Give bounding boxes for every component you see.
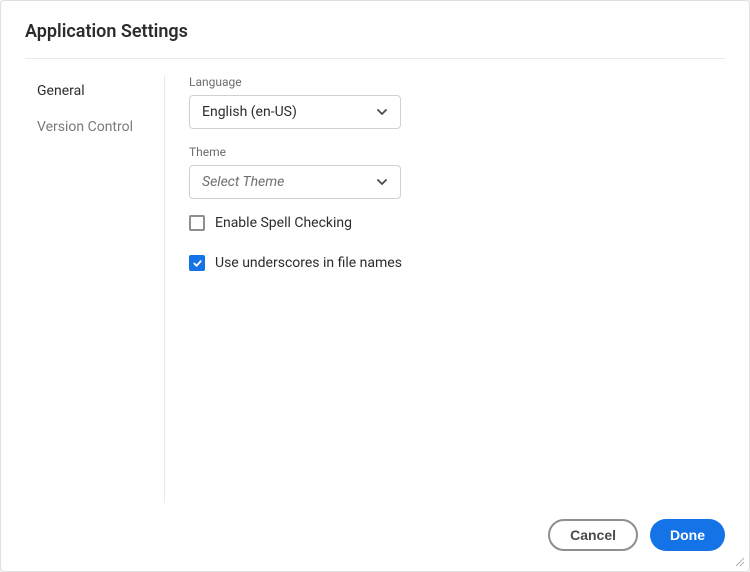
cancel-button[interactable]: Cancel: [548, 519, 638, 551]
chevron-down-icon: [376, 106, 388, 118]
language-select[interactable]: English (en-US): [189, 95, 401, 129]
language-group: Language English (en-US): [189, 75, 725, 129]
spellcheck-checkbox: [189, 215, 205, 231]
spellcheck-checkbox-row[interactable]: Enable Spell Checking: [189, 215, 725, 231]
general-panel: Language English (en-US) Theme Select Th…: [165, 75, 725, 503]
sidebar-item-general[interactable]: General: [25, 75, 156, 107]
underscores-label: Use underscores in file names: [215, 255, 402, 271]
sidebar-item-version-control[interactable]: Version Control: [25, 111, 156, 143]
check-icon: [192, 258, 203, 269]
theme-placeholder: Select Theme: [202, 174, 284, 190]
dialog-footer: Cancel Done: [25, 503, 725, 551]
underscores-checkbox-row[interactable]: Use underscores in file names: [189, 255, 725, 271]
done-button[interactable]: Done: [650, 519, 725, 551]
underscores-checkbox: [189, 255, 205, 271]
theme-label: Theme: [189, 145, 725, 159]
language-value: English (en-US): [202, 104, 297, 120]
chevron-down-icon: [376, 176, 388, 188]
theme-group: Theme Select Theme: [189, 145, 725, 199]
settings-dialog: Application Settings General Version Con…: [0, 0, 750, 572]
dialog-content: General Version Control Language English…: [25, 59, 725, 503]
sidebar-item-label: General: [37, 83, 85, 99]
language-label: Language: [189, 75, 725, 89]
sidebar: General Version Control: [25, 75, 165, 503]
spellcheck-label: Enable Spell Checking: [215, 215, 352, 231]
theme-select[interactable]: Select Theme: [189, 165, 401, 199]
dialog-title: Application Settings: [25, 21, 725, 59]
resize-grip-icon[interactable]: [733, 555, 745, 567]
sidebar-item-label: Version Control: [37, 119, 133, 135]
